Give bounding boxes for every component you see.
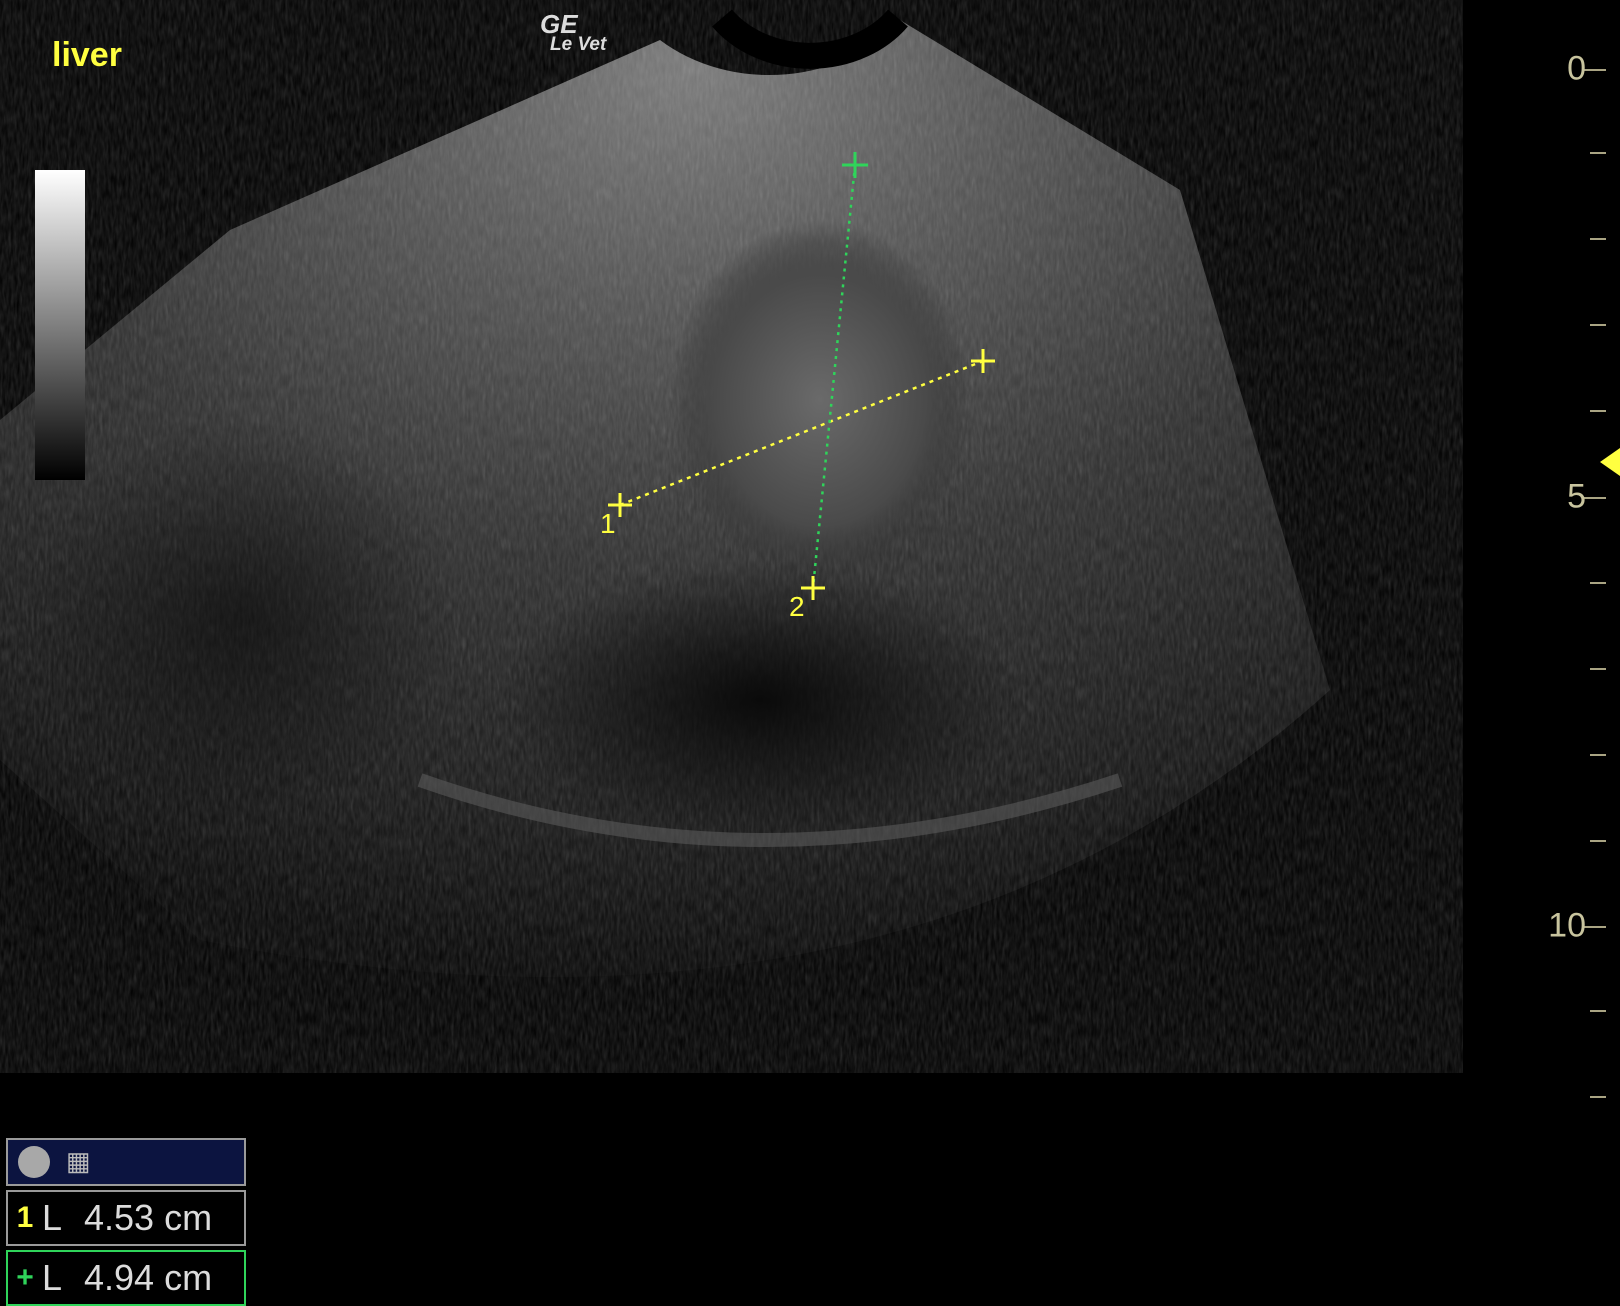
ultrasound-screen: 1 2 liver GE Le Vet 0 5 10 ▦ 1 L 4.53 cm… <box>0 0 1620 1306</box>
depth-tick <box>1590 582 1606 584</box>
measurement-panel-header: ▦ <box>6 1138 246 1186</box>
depth-label-10: 10 <box>1548 906 1586 945</box>
depth-tick <box>1590 410 1606 412</box>
measurement-index: 1 <box>16 1201 34 1234</box>
brand-logo: GE Le Vet <box>540 9 606 55</box>
depth-tick <box>1590 754 1606 756</box>
measurement-index: + <box>16 1261 34 1294</box>
depth-tick <box>1590 324 1606 326</box>
depth-label-0: 0 <box>1567 49 1586 88</box>
record-icon[interactable] <box>18 1146 50 1178</box>
caliper-2-label: 2 <box>789 591 805 622</box>
depth-label-5: 5 <box>1567 477 1586 516</box>
measurement-row-2[interactable]: + L 4.94 cm <box>6 1250 246 1306</box>
depth-tick <box>1584 69 1606 71</box>
measurement-type: L <box>42 1257 63 1298</box>
depth-scale: 0 5 10 <box>1500 0 1620 1304</box>
depth-tick <box>1590 840 1606 842</box>
depth-tick <box>1584 926 1606 928</box>
measurement-type: L <box>42 1197 63 1238</box>
depth-tick <box>1590 238 1606 240</box>
organ-label: liver <box>52 36 122 74</box>
brand-name: GE <box>540 9 578 39</box>
grayscale-bar <box>35 170 85 480</box>
caliper-1-label: 1 <box>600 508 616 539</box>
depth-tick <box>1590 152 1606 154</box>
ultrasound-image: 1 2 <box>0 9 1330 977</box>
measurement-value: 4.53 cm <box>84 1197 213 1238</box>
depth-tick <box>1590 1096 1606 1098</box>
model-name: Le Vet <box>550 34 607 55</box>
measurement-row-1[interactable]: 1 L 4.53 cm <box>6 1190 246 1246</box>
depth-tick <box>1584 497 1606 499</box>
focus-marker-icon[interactable] <box>1600 448 1620 476</box>
cursor-grid-icon[interactable]: ▦ <box>66 1144 102 1178</box>
depth-tick <box>1590 668 1606 670</box>
measurement-value: 4.94 cm <box>84 1257 213 1298</box>
depth-tick <box>1590 1010 1606 1012</box>
measurement-panel: ▦ 1 L 4.53 cm + L 4.94 cm <box>6 1138 246 1306</box>
